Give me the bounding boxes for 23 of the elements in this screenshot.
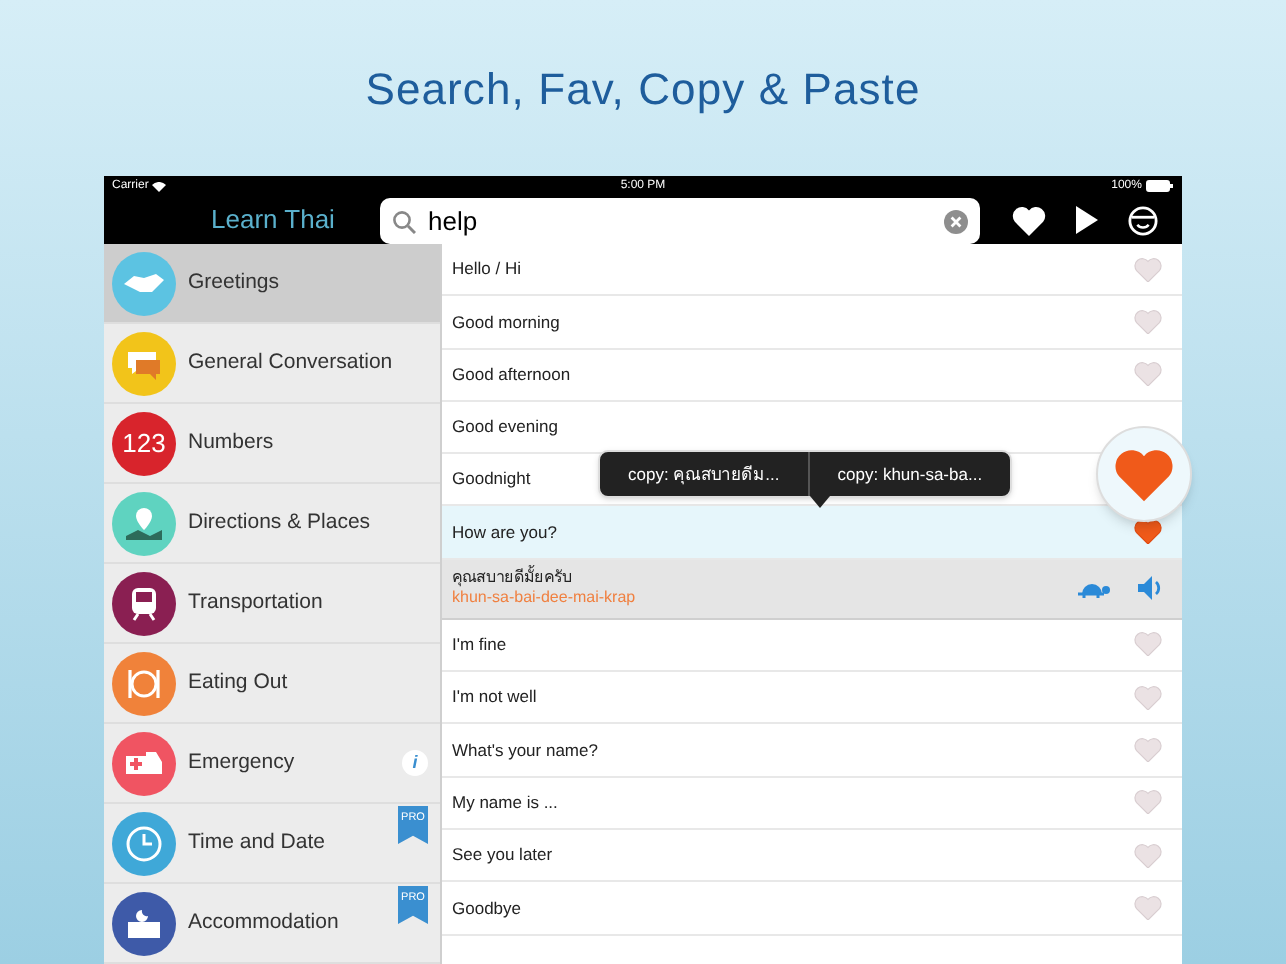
romanization-text: khun-sa-bai-dee-mai-krap	[452, 590, 636, 607]
copy-menu-item[interactable]: copy: คุณสบายดีม...	[600, 452, 808, 497]
turtle-icon[interactable]	[1078, 579, 1112, 598]
app-title: Learn Thai	[211, 202, 335, 239]
play-icon[interactable]	[1075, 206, 1098, 234]
menu-pointer-icon	[810, 496, 830, 509]
headline: Search, Fav, Copy & Paste	[365, 61, 921, 118]
heart-icon	[1114, 447, 1174, 502]
category-icon: 123	[112, 411, 176, 475]
heart-icon[interactable]	[1011, 205, 1046, 235]
phrase-row[interactable]: Good afternoon	[442, 349, 1182, 402]
clear-icon[interactable]	[944, 209, 968, 233]
thai-text: คุณสบายดีมั้ยครับ	[452, 570, 574, 587]
category-item[interactable]: Greetings	[104, 244, 440, 324]
speaker-icon[interactable]	[1138, 576, 1164, 601]
battery-icon	[1145, 180, 1174, 192]
phrase-row[interactable]: My name is ...	[442, 777, 1182, 830]
search-icon	[392, 209, 416, 233]
wifi-icon	[152, 181, 167, 191]
phrase-row[interactable]: How are you?	[442, 506, 1182, 560]
search-input[interactable]: help	[428, 201, 932, 241]
smiley-icon[interactable]	[1128, 205, 1159, 235]
search-field[interactable]: help	[380, 198, 980, 244]
